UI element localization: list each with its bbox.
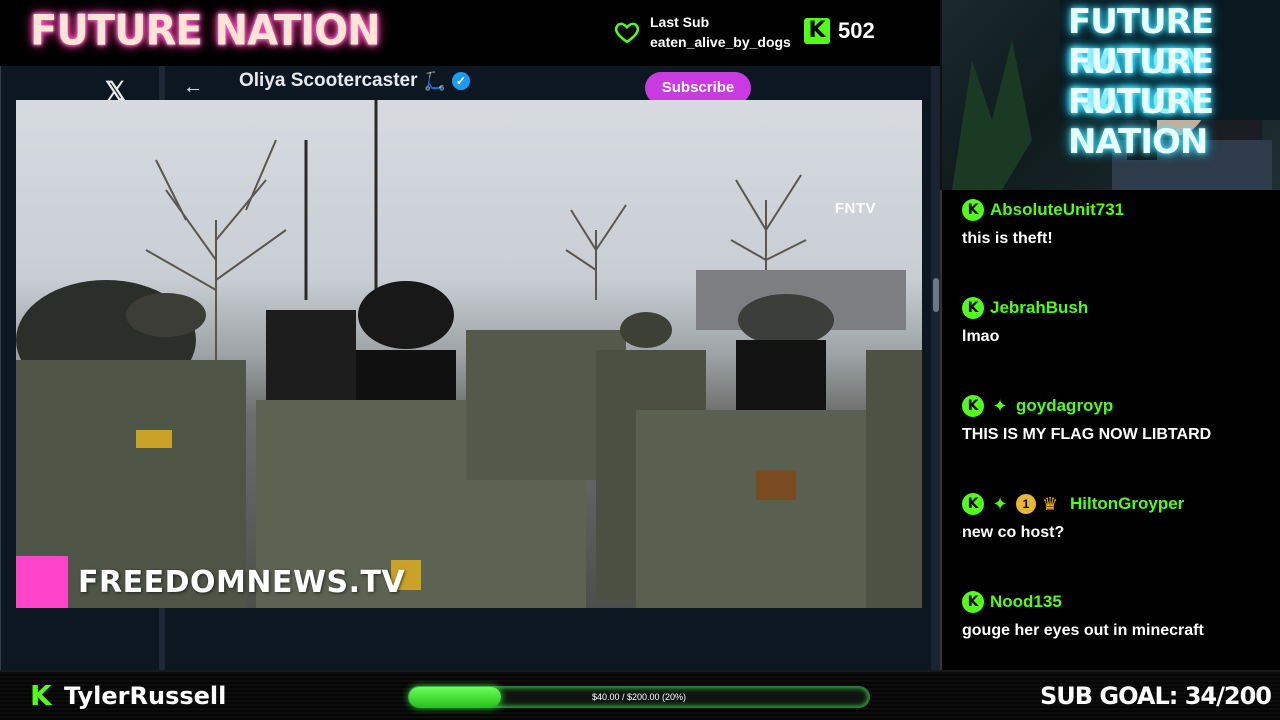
chat-panel: K AbsoluteUnit731 this is theft! K Jebra… bbox=[940, 190, 1280, 670]
chat-username[interactable]: goydagroyp bbox=[1016, 396, 1113, 416]
chat-message: K ✦ goydagroyp THIS IS MY FLAG NOW LIBTA… bbox=[962, 394, 1211, 444]
watermark-text: FREEDOMNEWS.TV bbox=[78, 564, 406, 600]
neon-sign: FUTURE NATION FUTURE NATION FUTURE NATIO… bbox=[1060, 0, 1280, 162]
chat-text: lmao bbox=[962, 328, 1000, 345]
last-sub-widget: Last Sub eaten_alive_by_dogs bbox=[614, 12, 791, 52]
diamond-badge-icon: ✦ bbox=[992, 396, 1008, 416]
kick-badge-icon: K bbox=[962, 395, 984, 417]
chat-message: K Nood135 gouge her eyes out in minecraf… bbox=[962, 590, 1204, 640]
top-bar: FUTURE NATION Last Sub eaten_alive_by_do… bbox=[0, 0, 940, 66]
future-nation-logo: FUTURE NATION bbox=[30, 6, 381, 56]
kick-badge-icon: K bbox=[962, 493, 984, 515]
watermark-logo-icon bbox=[16, 556, 68, 608]
account-name[interactable]: Oliya Scootercaster 🛴 ✓ bbox=[239, 70, 470, 92]
chat-username[interactable]: AbsoluteUnit731 bbox=[990, 200, 1124, 220]
last-sub-name: eaten_alive_by_dogs bbox=[650, 34, 791, 50]
chat-message: K ✦ 1 ♛ HiltonGroyper new co host? bbox=[962, 492, 1184, 542]
kick-badge-icon: K bbox=[962, 199, 984, 221]
streamer-name: TylerRussell bbox=[64, 682, 227, 710]
video-watermark: FREEDOMNEWS.TV bbox=[16, 556, 405, 608]
kick-count-value: 502 bbox=[838, 18, 875, 43]
kick-badge-icon: K bbox=[962, 591, 984, 613]
chat-username[interactable]: HiltonGroyper bbox=[1070, 494, 1184, 514]
stream-overlay: FUTURE NATION Last Sub eaten_alive_by_do… bbox=[0, 0, 1280, 720]
chat-message: K JebrahBush lmao bbox=[962, 296, 1088, 346]
fntv-tag: FNTV bbox=[834, 200, 876, 217]
donation-goal-bar: $40.00 / $200.00 (20%) bbox=[408, 686, 870, 708]
video-frame bbox=[16, 100, 922, 608]
kick-badge-icon: K bbox=[962, 297, 984, 319]
chat-text: new co host? bbox=[962, 524, 1065, 541]
verified-badge-icon: ✓ bbox=[451, 72, 470, 90]
streamer-tag: K TylerRussell bbox=[30, 679, 227, 712]
chat-username[interactable]: Nood135 bbox=[990, 592, 1062, 612]
kick-logo-icon: K bbox=[30, 679, 52, 712]
chat-text: gouge her eyes out in minecraft bbox=[962, 622, 1204, 639]
heart-icon bbox=[614, 22, 640, 44]
chat-text: this is theft! bbox=[962, 230, 1053, 247]
kick-follower-count: K 502 bbox=[804, 18, 875, 44]
kick-logo-icon: K bbox=[804, 18, 830, 44]
crown-badge-icon: ♛ bbox=[1042, 494, 1059, 514]
back-arrow-icon[interactable]: ← bbox=[183, 76, 203, 99]
last-sub-label: Last Sub bbox=[650, 14, 710, 30]
sub-month-badge-icon: 1 bbox=[1016, 494, 1036, 514]
video-player[interactable]: FNTV FREEDOMNEWS.TV bbox=[16, 100, 922, 608]
sub-goal-text: SUB GOAL: 34/200 bbox=[1040, 682, 1272, 710]
chat-message: K AbsoluteUnit731 this is theft! bbox=[962, 198, 1124, 248]
neon-sign-line-3: FUTURE NATION bbox=[1068, 82, 1214, 162]
bottom-bar: K TylerRussell $40.00 / $200.00 (20%) SU… bbox=[0, 670, 1280, 720]
chat-username[interactable]: JebrahBush bbox=[990, 298, 1088, 318]
donation-goal-text: $40.00 / $200.00 (20%) bbox=[591, 692, 687, 702]
scrollbar-thumb[interactable] bbox=[933, 278, 939, 312]
account-name-text: Oliya Scootercaster bbox=[239, 70, 418, 91]
diamond-badge-icon: ✦ bbox=[992, 494, 1008, 514]
chat-text: THIS IS MY FLAG NOW LIBTARD bbox=[962, 426, 1212, 443]
scooter-emoji-icon: 🛴 bbox=[423, 70, 446, 91]
